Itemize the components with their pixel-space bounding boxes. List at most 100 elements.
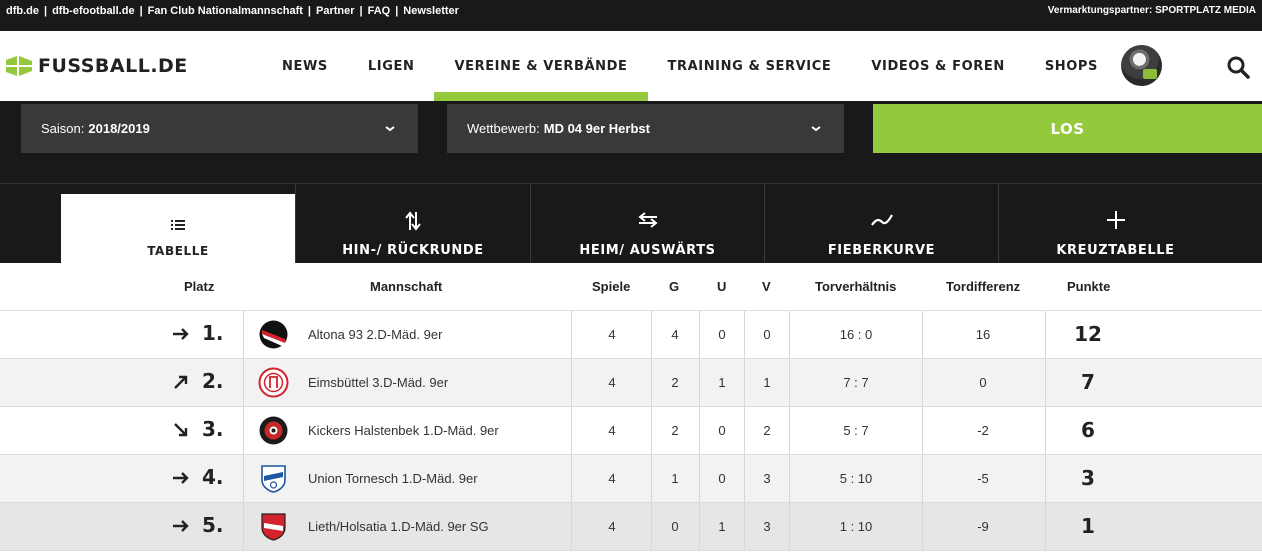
header-v[interactable]: V — [762, 279, 771, 294]
divider — [651, 503, 652, 550]
divider — [243, 311, 244, 358]
top-link-faq[interactable]: FAQ — [368, 5, 391, 17]
nav-ligen[interactable]: LIGEN — [348, 31, 435, 101]
g-value: 1 — [671, 471, 679, 486]
team-name[interactable]: Lieth/Holsatia 1.D-Mäd. 9er SG — [308, 519, 489, 534]
divider — [699, 503, 700, 550]
v-value: 2 — [763, 423, 771, 438]
rank: 2. — [202, 369, 224, 393]
divider — [571, 455, 572, 502]
tab-kreuztabelle[interactable]: KREUZTABELLE — [998, 184, 1232, 264]
tore-value: 5 : 10 — [839, 471, 873, 486]
top-link-newsletter[interactable]: Newsletter — [403, 5, 459, 17]
nav-videos-foren[interactable]: VIDEOS & FOREN — [851, 31, 1024, 101]
g-value: 0 — [671, 519, 679, 534]
punkte-value: 7 — [1081, 370, 1095, 394]
los-button[interactable]: LOS — [873, 104, 1262, 153]
divider — [651, 359, 652, 406]
header-platz[interactable]: Platz — [184, 279, 214, 294]
divider — [243, 455, 244, 502]
divider — [922, 503, 923, 550]
u-value: 1 — [718, 519, 726, 534]
header-tordifferenz[interactable]: Tordifferenz — [946, 279, 1020, 294]
team-name[interactable]: Kickers Halstenbek 1.D-Mäd. 9er — [308, 423, 499, 438]
user-avatar[interactable] — [1121, 45, 1162, 86]
logo-text: FUSSBALL.DE — [38, 55, 188, 77]
team-name[interactable]: Eimsbüttel 3.D-Mäd. 9er — [308, 375, 448, 390]
rank: 4. — [202, 465, 224, 489]
tab-hin-rueckrunde[interactable]: HIN-/ RÜCKRUNDE — [295, 184, 530, 264]
punkte-value: 1 — [1081, 514, 1095, 538]
trend-down-arrow-icon — [174, 423, 188, 437]
divider — [922, 311, 923, 358]
table-row[interactable]: 2. Eimsbüttel 3.D-Mäd. 9er 4 2 1 1 7 : 7… — [0, 359, 1262, 407]
diff-value: -5 — [977, 471, 989, 486]
team-name[interactable]: Union Tornesch 1.D-Mäd. 9er — [308, 471, 478, 486]
u-value: 0 — [718, 471, 726, 486]
table-tabs: TABELLE HIN-/ RÜCKRUNDE HEIM/ AUSWÄRTS F… — [0, 183, 1262, 264]
search-icon[interactable] — [1226, 55, 1250, 79]
divider — [571, 503, 572, 550]
divider — [699, 359, 700, 406]
table-row[interactable]: 3. Kickers Halstenbek 1.D-Mäd. 9er 4 2 0… — [0, 407, 1262, 455]
spiele-value: 4 — [608, 519, 616, 534]
separator: | — [359, 5, 363, 17]
union-crest-icon — [261, 465, 286, 493]
marketing-partner[interactable]: Vermarktungspartner: SPORTPLATZ MEDIA — [1048, 5, 1256, 16]
divider — [651, 311, 652, 358]
top-link-partner[interactable]: Partner — [316, 5, 355, 17]
top-link-fanclub[interactable]: Fan Club Nationalmannschaft — [148, 5, 303, 17]
punkte-value: 12 — [1074, 322, 1102, 346]
team-name[interactable]: Altona 93 2.D-Mäd. 9er — [308, 327, 442, 342]
tore-value: 7 : 7 — [843, 375, 869, 390]
top-link-efootball[interactable]: dfb-efootball.de — [52, 5, 135, 17]
top-link-dfb[interactable]: dfb.de — [6, 5, 39, 17]
nav-shops[interactable]: SHOPS — [1025, 31, 1118, 101]
kickers-crest-icon — [259, 416, 288, 445]
main-nav: NEWS LIGEN VEREINE & VERBÄNDE TRAINING &… — [262, 31, 1118, 101]
header-punkte[interactable]: Punkte — [1067, 279, 1110, 294]
g-value: 2 — [671, 375, 679, 390]
wettbewerb-select[interactable]: Wettbewerb: MD 04 9er Herbst — [447, 104, 844, 153]
site-logo[interactable]: FUSSBALL.DE — [6, 55, 188, 77]
table-row[interactable]: 4. Union Tornesch 1.D-Mäd. 9er 4 1 0 3 5… — [0, 455, 1262, 503]
divider — [571, 359, 572, 406]
saison-select[interactable]: Saison: 2018/2019 — [21, 104, 418, 153]
divider — [243, 407, 244, 454]
swap-horizontal-icon — [637, 212, 658, 228]
nav-news[interactable]: NEWS — [262, 31, 348, 101]
trend-line-icon — [870, 214, 893, 226]
tab-tabelle[interactable]: TABELLE — [61, 194, 295, 264]
divider — [789, 407, 790, 454]
tab-heim-auswaerts[interactable]: HEIM/ AUSWÄRTS — [530, 184, 764, 264]
nav-training-service[interactable]: TRAINING & SERVICE — [648, 31, 852, 101]
rank: 5. — [202, 513, 224, 537]
divider — [922, 407, 923, 454]
table-row[interactable]: 5. Lieth/Holsatia 1.D-Mäd. 9er SG 4 0 1 … — [0, 503, 1262, 551]
g-value: 4 — [671, 327, 679, 342]
header-spiele[interactable]: Spiele — [592, 279, 630, 294]
trend-same-arrow-icon — [173, 328, 189, 340]
header-u[interactable]: U — [717, 279, 726, 294]
top-links: dfb.de | dfb-efootball.de | Fan Club Nat… — [6, 5, 459, 17]
nav-vereine-verbaende[interactable]: VEREINE & VERBÄNDE — [434, 31, 648, 101]
top-bar: dfb.de | dfb-efootball.de | Fan Club Nat… — [0, 0, 1262, 31]
list-icon — [171, 220, 185, 230]
tab-label: TABELLE — [147, 244, 209, 258]
spiele-value: 4 — [608, 423, 616, 438]
divider — [744, 359, 745, 406]
tab-fieberkurve[interactable]: FIEBERKURVE — [764, 184, 998, 264]
header-g[interactable]: G — [669, 279, 679, 294]
wettbewerb-label: Wettbewerb: — [467, 121, 540, 136]
tab-label: HEIM/ AUSWÄRTS — [579, 243, 716, 258]
diff-value: -9 — [977, 519, 989, 534]
tore-value: 5 : 7 — [843, 423, 869, 438]
diff-value: 0 — [979, 375, 987, 390]
partner-label: Vermarktungspartner: — [1047, 5, 1153, 16]
header-mannschaft[interactable]: Mannschaft — [370, 279, 442, 294]
header-torverhaeltnis[interactable]: Torverhältnis — [815, 279, 896, 294]
tab-label: HIN-/ RÜCKRUNDE — [342, 243, 484, 258]
table-row[interactable]: 1. Altona 93 2.D-Mäd. 9er 4 4 0 0 16 : 0… — [0, 311, 1262, 359]
divider — [1045, 407, 1046, 454]
plus-icon — [1106, 211, 1125, 229]
